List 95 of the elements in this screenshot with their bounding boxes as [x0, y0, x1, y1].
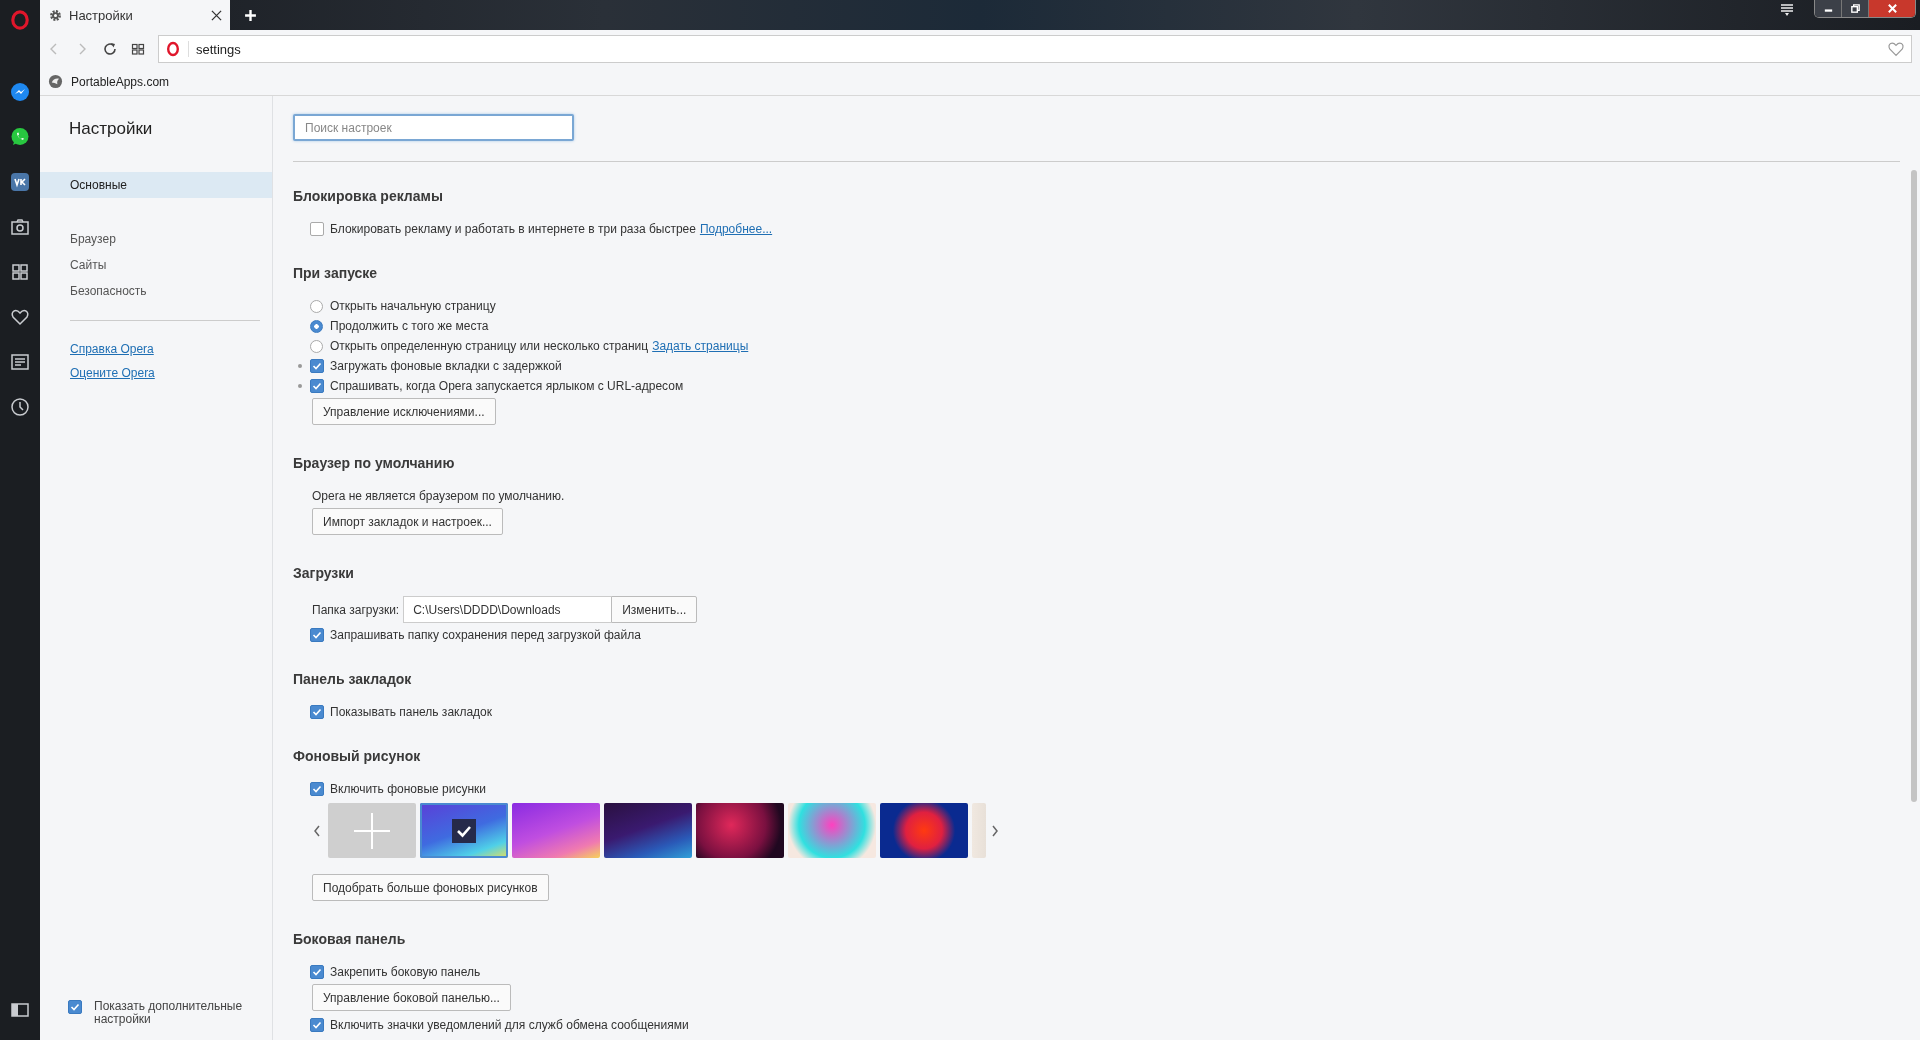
checkbox[interactable] — [310, 222, 324, 236]
menu-icon[interactable] — [1780, 3, 1794, 17]
add-wallpaper-tile[interactable] — [328, 803, 416, 858]
search-field[interactable]: Поиск настроек — [293, 114, 574, 141]
set-pages-link[interactable]: Задать страницы — [652, 339, 749, 353]
restore-button[interactable] — [1842, 0, 1869, 17]
checkbox[interactable] — [310, 628, 324, 642]
scrollbar-thumb[interactable] — [1911, 170, 1917, 802]
grid-icon[interactable] — [10, 262, 30, 282]
checkbox-label: Включить фоновые рисунки — [330, 782, 486, 796]
wallpaper-thumbnail[interactable] — [604, 803, 692, 858]
browser-tab[interactable]: Настройки — [40, 0, 230, 30]
radio-label: Открыть начальную страницу — [330, 299, 496, 313]
checkbox-label: Включить значки уведомлений для служб обмена сообщениями — [330, 1018, 689, 1032]
heart-icon[interactable] — [10, 307, 30, 327]
help-link[interactable]: Справка Opera — [40, 337, 154, 361]
address-field[interactable]: settings — [158, 35, 1912, 63]
bookmark[interactable]: PortableApps.com — [48, 74, 170, 89]
restore-icon — [1849, 3, 1861, 14]
sidebar-item[interactable]: Основные — [40, 172, 272, 198]
checkbox-label: Блокировать рекламу и работать в интернете в три раза быстрее — [330, 222, 696, 236]
grid-icon[interactable] — [130, 41, 146, 57]
section-heading: Боковая панель — [293, 931, 407, 948]
camera-icon[interactable] — [10, 217, 30, 237]
radio-button[interactable] — [310, 299, 323, 313]
checkbox-label: Закрепить боковую панель — [330, 965, 481, 979]
sidebar-item[interactable]: Сайты — [40, 252, 272, 278]
checkbox-label: Запрашивать папку сохранения перед загрузкой файла — [330, 628, 641, 642]
checkbox-label: Спрашивать, когда Opera запускается ярлыком с URL-адресом — [330, 379, 684, 393]
gear-icon — [48, 7, 63, 23]
wallpaper-thumbnail[interactable] — [972, 803, 986, 858]
more-link[interactable]: Подробнее... — [699, 222, 773, 236]
wallpaper-thumbnail[interactable] — [512, 803, 600, 858]
folder-path-field[interactable]: C:\Users\DDDD\Downloads — [403, 596, 612, 623]
settings-button[interactable]: Управление исключениями... — [312, 398, 496, 425]
checkbox[interactable] — [310, 965, 324, 979]
checkbox-label: Показать дополнительные настройки — [94, 1000, 244, 1026]
check-icon — [311, 706, 323, 718]
checkbox[interactable] — [310, 782, 324, 796]
plus-icon[interactable] — [244, 8, 257, 22]
settings-button[interactable]: Подобрать больше фоновых рисунков — [312, 874, 549, 901]
checkbox[interactable] — [310, 705, 324, 719]
reload-icon[interactable] — [102, 41, 118, 57]
social-app-icon[interactable] — [10, 172, 30, 192]
check-icon — [311, 629, 323, 641]
settings-button[interactable]: Управление боковой панелью... — [312, 984, 511, 1011]
plus-icon — [352, 810, 392, 851]
check-icon — [69, 1001, 81, 1013]
settings-title: Настройки — [68, 118, 154, 140]
checkbox[interactable] — [310, 359, 324, 373]
section-heading: Загрузки — [293, 565, 355, 582]
radio-label: Продолжить с того же места — [330, 319, 489, 333]
wallpaper-thumbnail[interactable] — [696, 803, 784, 858]
wallpaper-thumbnail[interactable] — [420, 803, 508, 858]
section-heading: При запуске — [293, 265, 379, 282]
checkbox-label: Загружать фоновые вкладки с задержкой — [330, 359, 562, 373]
close-icon — [1886, 3, 1898, 14]
minimize-button[interactable] — [1815, 0, 1842, 17]
checkbox[interactable] — [310, 1018, 324, 1032]
settings-button[interactable]: Импорт закладок и настроек... — [312, 508, 503, 535]
status-text: Opera не является браузером по умолчанию. — [312, 489, 565, 503]
messenger-icon[interactable] — [10, 82, 30, 102]
change-button[interactable]: Изменить... — [611, 596, 698, 623]
wallpaper-thumbnail[interactable] — [788, 803, 876, 858]
checkbox-label: Показывать панель закладок — [330, 705, 493, 719]
check-icon — [311, 966, 323, 978]
sidebar-item[interactable]: Браузер — [40, 226, 272, 252]
field-label: Папка загрузки: — [312, 602, 400, 617]
radio-button[interactable] — [310, 339, 323, 353]
check-icon — [311, 380, 323, 392]
close-icon[interactable] — [211, 9, 222, 21]
section-heading: Фоновый рисунок — [293, 748, 422, 765]
radio-button[interactable] — [310, 319, 323, 333]
check-icon — [311, 783, 323, 795]
sidebar-item[interactable]: Безопасность — [40, 278, 272, 304]
checkbox[interactable] — [68, 1000, 82, 1014]
check-icon — [452, 818, 476, 843]
checkbox[interactable] — [310, 379, 324, 393]
radio-label: Открыть определенную страницу или несколько страниц — [330, 339, 649, 353]
chat-bubble-icon[interactable] — [10, 127, 30, 147]
check-icon — [311, 1019, 323, 1031]
sidebar-toggle-icon[interactable] — [10, 1000, 30, 1020]
clock-icon[interactable] — [10, 397, 30, 417]
opera-logo-icon — [165, 41, 181, 57]
section-heading: Блокировка рекламы — [293, 188, 444, 205]
section-heading: Браузер по умолчанию — [293, 455, 456, 472]
globe-icon — [48, 74, 63, 89]
tab-title: Настройки — [69, 7, 134, 23]
check-icon — [311, 360, 323, 372]
wallpaper-thumbnail[interactable] — [880, 803, 968, 858]
opera-logo-icon[interactable] — [11, 9, 29, 31]
news-icon[interactable] — [10, 352, 30, 372]
section-heading: Панель закладок — [293, 671, 413, 688]
close-window-button[interactable] — [1869, 0, 1915, 17]
help-link[interactable]: Оцените Opera — [40, 361, 155, 385]
